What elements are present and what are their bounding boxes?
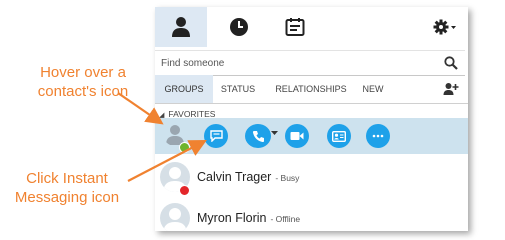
dialpad-icon: [285, 18, 305, 36]
video-call-button[interactable]: [285, 124, 309, 148]
more-options-button[interactable]: [366, 124, 390, 148]
call-options-chevron-icon[interactable]: [271, 131, 278, 136]
click-callout: Click Instant Messaging icon: [14, 170, 120, 206]
add-contact-icon[interactable]: [443, 82, 459, 96]
tab-status[interactable]: STATUS: [217, 75, 259, 103]
hovered-contact-row[interactable]: [155, 118, 468, 154]
tab-recent[interactable]: [213, 7, 265, 47]
call-button[interactable]: [245, 124, 271, 148]
more-options-icon: [372, 134, 384, 138]
busy-presence-icon: [179, 185, 190, 196]
gear-icon: [433, 19, 456, 35]
clock-icon: [230, 18, 248, 36]
available-presence-icon: [179, 142, 190, 153]
person-icon: [172, 17, 190, 37]
search-bar: [155, 50, 465, 76]
contact-card-icon: [332, 130, 346, 142]
contact-name: Myron Florin: [197, 211, 267, 225]
settings-menu[interactable]: [429, 15, 463, 39]
list-item[interactable]: Calvin Trager - Busy: [155, 158, 468, 196]
contact-card-button[interactable]: [327, 124, 351, 148]
tab-contacts[interactable]: [155, 7, 207, 47]
top-navigation: [155, 7, 468, 47]
contact-status: - Offline: [270, 214, 301, 224]
contact-name: Calvin Trager: [197, 170, 272, 184]
contacts-panel: GROUPS STATUS RELATIONSHIPS NEW ◢FAVORIT…: [155, 7, 468, 231]
list-item[interactable]: Myron Florin - Offline: [155, 199, 468, 231]
contact-status: - Busy: [275, 173, 300, 183]
tab-new[interactable]: NEW: [359, 75, 387, 103]
phone-icon: [252, 130, 264, 142]
instant-message-button[interactable]: [204, 124, 228, 148]
tab-relationships[interactable]: RELATIONSHIPS: [271, 75, 351, 103]
chat-bubble-icon: [209, 130, 223, 142]
video-camera-icon: [290, 132, 304, 140]
filter-tabs: GROUPS STATUS RELATIONSHIPS NEW: [155, 75, 468, 104]
search-input[interactable]: [159, 54, 433, 72]
search-icon[interactable]: [444, 56, 458, 70]
tab-dialpad[interactable]: [269, 7, 321, 47]
tab-groups[interactable]: GROUPS: [155, 75, 213, 103]
hover-callout: Hover over a contact's icon: [37, 64, 129, 100]
contact-avatar-icon: [160, 203, 190, 231]
